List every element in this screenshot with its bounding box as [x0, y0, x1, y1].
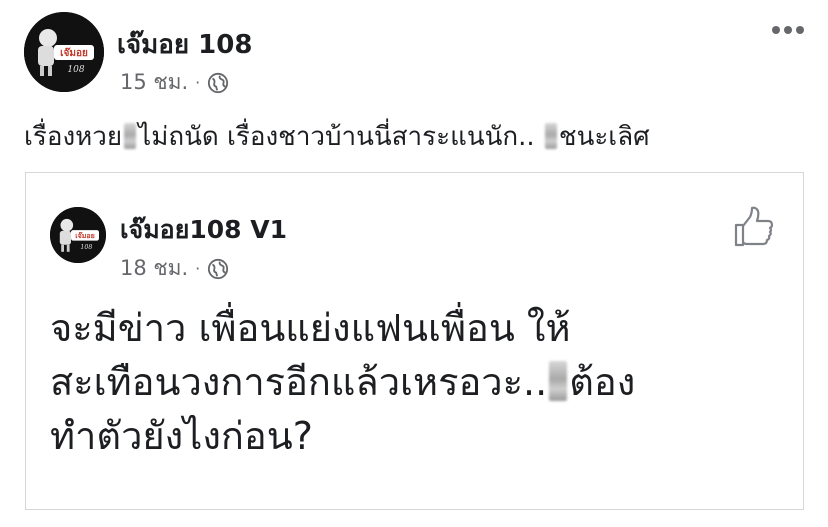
shared-post-meta: 18 ชม. ·	[120, 252, 229, 285]
post-text-part-2: ไม่ถนัด เรื่องชาวบ้านนี่สาระแนนัก..	[138, 122, 535, 152]
shared-avatar-logo-number: 108	[80, 244, 92, 251]
shared-text-line-2-part-1: สะเทือนวงการอีกแล้วเหรอวะ..	[50, 360, 548, 404]
post-time[interactable]: 15 ชม.	[120, 66, 188, 99]
shared-post-time[interactable]: 18 ชม.	[120, 252, 188, 285]
shared-post-card[interactable]: เจ๊มอย 108 เจ๊มอย108 V1 18 ชม. · จะมีข่า…	[25, 172, 804, 510]
author-name[interactable]: เจ๊มอย 108	[117, 24, 252, 65]
post-text-part-3: ชนะเลิศ	[558, 122, 650, 152]
more-options-icon[interactable]	[772, 26, 804, 38]
censored-text	[124, 123, 137, 149]
avatar-logo-number: 108	[67, 65, 84, 75]
shared-text-line-2-part-2: ต้อง	[569, 360, 636, 404]
shared-text-line-2: สะเทือนวงการอีกแล้วเหรอวะ.. ต้อง	[50, 355, 635, 409]
post-header: เจ๊มอย 108 เจ๊มอย 108 15 ชม. ·	[24, 12, 804, 94]
post-text-part-1: เรื่องหวย	[24, 122, 123, 152]
shared-meta-separator: ·	[195, 259, 201, 278]
shared-text-line-1: จะมีข่าว เพื่อนแย่งแฟนเพื่อน ให้	[50, 306, 571, 350]
avatar-logo-text: เจ๊มอย	[60, 47, 88, 59]
like-icon[interactable]	[732, 205, 776, 249]
shared-avatar-logo-text: เจ๊มอย	[75, 231, 94, 240]
post-meta: 15 ชม. ·	[120, 66, 229, 99]
shared-avatar-image: เจ๊มอย 108	[50, 207, 106, 263]
shared-post-text: จะมีข่าว เพื่อนแย่งแฟนเพื่อน ให้ สะเทือน…	[50, 301, 635, 463]
meta-separator: ·	[195, 73, 201, 92]
post-text: เรื่องหวย ไม่ถนัด เรื่องชาวบ้านนี่สาระแนน…	[24, 116, 650, 157]
shared-avatar[interactable]: เจ๊มอย 108	[50, 207, 106, 263]
globe-icon	[208, 72, 229, 93]
globe-icon	[208, 258, 229, 279]
shared-text-line-3: ทำตัวยังไงก่อน?	[50, 414, 313, 458]
shared-author-name[interactable]: เจ๊มอย108 V1	[120, 210, 287, 250]
avatar[interactable]: เจ๊มอย 108	[24, 12, 104, 92]
censored-text	[549, 361, 568, 401]
censored-text	[544, 123, 557, 149]
avatar-image: เจ๊มอย 108	[24, 12, 104, 92]
